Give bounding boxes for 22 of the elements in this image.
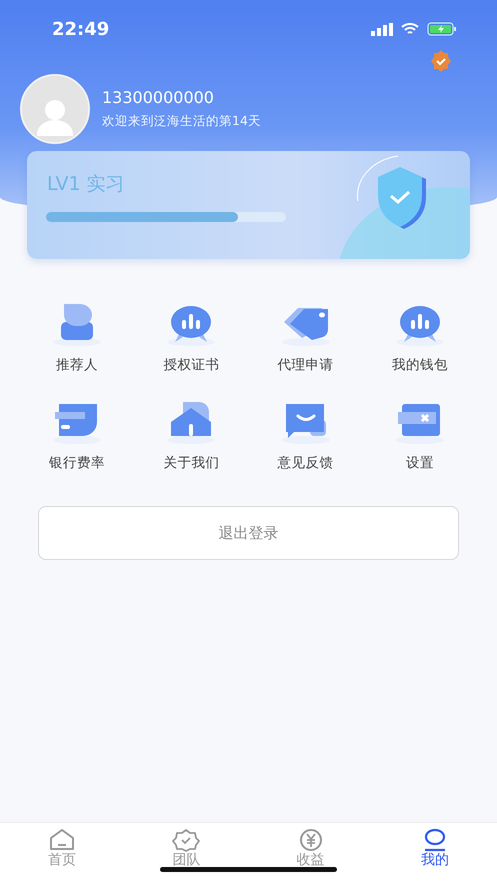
welcome-text: 欢迎来到泛海生活的第14天 <box>102 113 261 130</box>
verified-badge-icon <box>430 50 452 72</box>
status-time: 22:49 <box>52 18 110 40</box>
badge-check-icon <box>172 828 200 852</box>
menu-item-label[interactable]: 我的钱包 <box>392 356 448 374</box>
logout-button[interactable]: 退出登录 <box>38 506 459 560</box>
level-title: LV1 实习 <box>47 172 125 197</box>
menu-item-label[interactable]: 银行费率 <box>49 454 106 472</box>
battery-icon <box>427 22 457 36</box>
wifi-icon <box>401 22 419 36</box>
menu-item-label[interactable]: 意见反馈 <box>278 454 334 472</box>
house-icon <box>165 400 218 444</box>
menu-item-label[interactable]: 关于我们 <box>163 454 220 472</box>
person-icon <box>51 302 104 346</box>
home-icon <box>48 828 76 852</box>
menu-item-label[interactable]: 代理申请 <box>278 356 334 374</box>
menu-item-label[interactable]: 推荐人 <box>56 356 98 374</box>
signal-icon <box>371 22 393 36</box>
tab[interactable]: 我的 <box>372 823 497 883</box>
menu-item-label[interactable]: 授权证书 <box>163 356 220 374</box>
menu-item-label[interactable]: 设置 <box>406 454 434 472</box>
phone-number: 13300000000 <box>102 88 215 107</box>
